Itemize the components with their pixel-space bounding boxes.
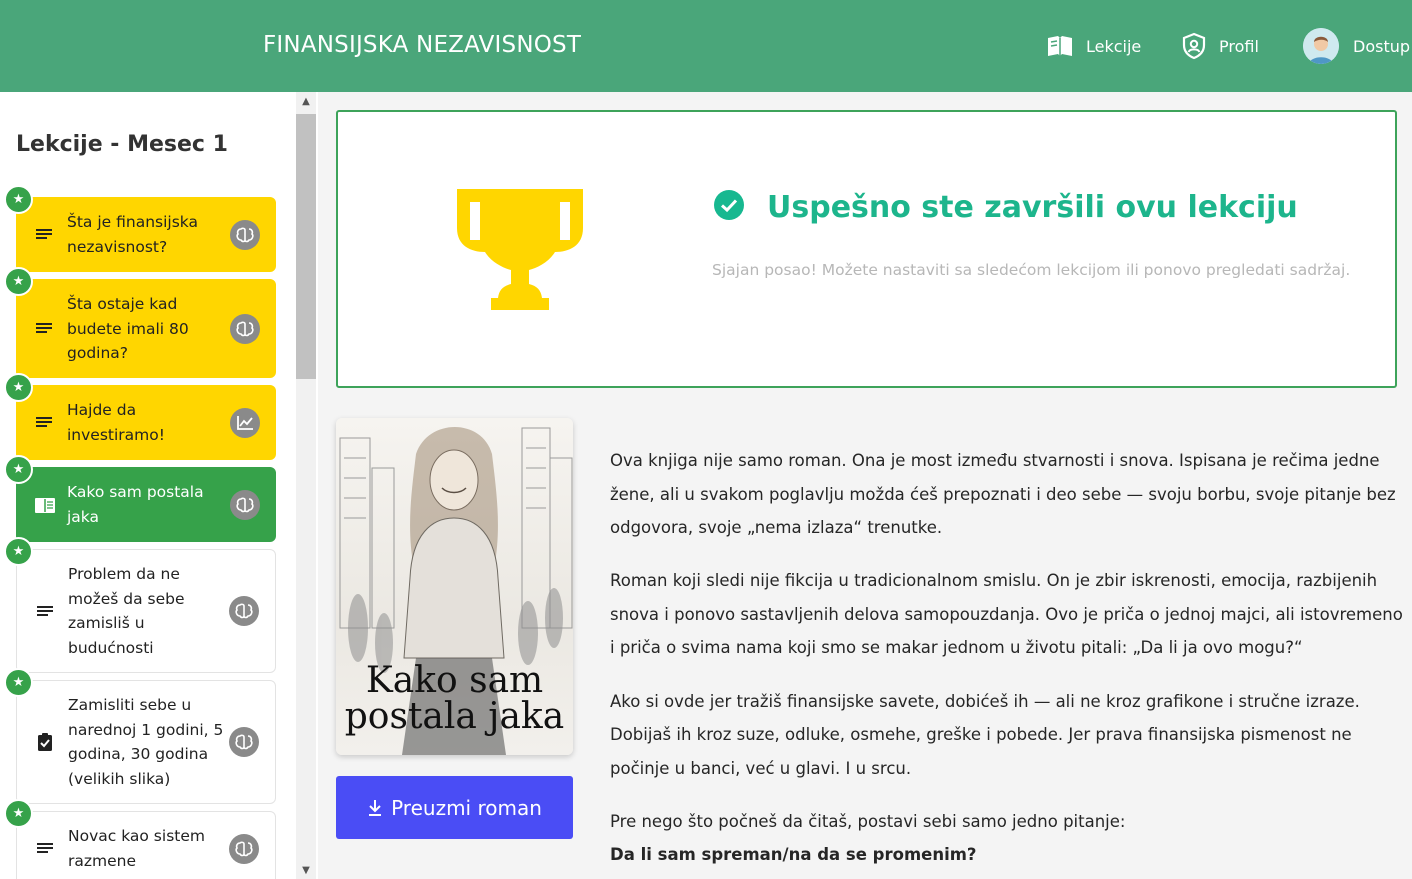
star-badge-icon: ★ [4, 799, 33, 828]
shield-user-icon [1182, 32, 1206, 60]
book-icon [35, 498, 55, 513]
clipboard-check-icon [38, 733, 52, 751]
star-badge-icon: ★ [4, 455, 33, 484]
brain-icon [229, 727, 259, 757]
lesson-title: Zamisliti sebe u narednoj 1 godini, 5 go… [68, 696, 224, 788]
lesson-item-2[interactable]: Šta ostaje kad budete imali 80 godina? [16, 279, 276, 378]
book-cover-title: Kako sam postala jaka [336, 663, 573, 735]
download-icon [369, 799, 382, 816]
text-lines-icon [36, 323, 52, 333]
scroll-down-icon[interactable]: ▼ [299, 864, 313, 878]
lesson-complete-card: Uspešno ste završili ovu lekciju Sjajan … [336, 110, 1397, 388]
brain-icon [229, 596, 259, 626]
nav-dostup[interactable]: Dostup [1303, 0, 1410, 92]
lesson-title: Hajde da investiramo! [67, 401, 165, 444]
brain-icon [230, 314, 260, 344]
brain-icon [229, 834, 259, 864]
open-book-icon [1048, 36, 1072, 56]
lesson-sidebar: Lekcije - Mesec 1 ▲ ▼ Šta je finansijska… [0, 92, 318, 879]
check-circle-icon [714, 190, 744, 220]
lesson-item-3[interactable]: Hajde da investiramo! [16, 385, 276, 460]
text-lines-icon [37, 606, 53, 616]
lesson-item-5[interactable]: Problem da ne možeš da sebe zamisliš u b… [16, 549, 276, 673]
trophy-icon [457, 189, 583, 310]
lesson-item-6[interactable]: Zamisliti sebe u narednoj 1 godini, 5 go… [16, 680, 276, 804]
lesson-item-1[interactable]: Šta je finansijska nezavisnost? [16, 197, 276, 272]
success-subtitle: Sjajan posao! Možete nastaviti sa sledeć… [712, 261, 1351, 279]
lesson-title: Kako sam postala jaka [67, 483, 204, 526]
star-badge-icon: ★ [4, 267, 33, 296]
star-badge-icon: ★ [4, 537, 33, 566]
star-badge-icon: ★ [4, 373, 33, 402]
text-lines-icon [37, 843, 53, 853]
text-lines-icon [36, 229, 52, 239]
brand-title[interactable]: FINANSIJSKA NEZAVISNOST [263, 32, 581, 58]
book-cover-title-line1: Kako sam [365, 660, 544, 701]
nav-profil[interactable]: Profil [1181, 0, 1259, 92]
brain-icon [230, 490, 260, 520]
book-cover-image: Kako sam postala jaka [336, 418, 573, 755]
success-title: Uspešno ste završili ovu lekciju [767, 190, 1298, 225]
nav-lekcije-label: Lekcije [1086, 36, 1142, 56]
text-lines-icon [36, 417, 52, 427]
content-paragraph-1: Ova knjiga nije samo roman. Ona je most … [610, 451, 1396, 538]
lesson-item-4-active[interactable]: Kako sam postala jaka [16, 467, 276, 542]
lesson-title: Šta ostaje kad budete imali 80 godina? [67, 295, 189, 362]
scroll-up-icon[interactable]: ▲ [299, 95, 313, 109]
nav-lekcije[interactable]: Lekcije [1046, 0, 1141, 92]
chart-icon [230, 408, 260, 438]
avatar [1303, 28, 1339, 64]
content-paragraph-4: Pre nego što počneš da čitaš, postavi se… [610, 811, 1126, 831]
star-badge-icon: ★ [4, 668, 33, 697]
sidebar-scroll-thumb[interactable] [296, 114, 316, 379]
lesson-title: Problem da ne možeš da sebe zamisliš u b… [68, 565, 185, 657]
lesson-title: Šta je finansijska nezavisnost? [67, 213, 198, 256]
nav-dostup-label: Dostup [1353, 36, 1411, 56]
sidebar-title: Lekcije - Mesec 1 [16, 132, 228, 157]
content-paragraph-3: Ako si ovde jer tražiš finansijske savet… [610, 691, 1360, 778]
download-novel-button[interactable]: Preuzmi roman [336, 776, 573, 839]
lesson-content: Ova knjiga nije samo roman. Ona je most … [610, 444, 1406, 879]
content-question: Da li sam spreman/na da se promenim? [610, 845, 977, 865]
book-cover-title-line2: postala jaka [344, 696, 565, 737]
nav-profil-label: Profil [1219, 36, 1259, 56]
top-header: FINANSIJSKA NEZAVISNOST Lekcije Profil D… [0, 0, 1412, 92]
lesson-title: Novac kao sistem razmene [68, 827, 205, 870]
brain-icon [230, 220, 260, 250]
star-badge-icon: ★ [4, 185, 33, 214]
lesson-item-7[interactable]: Novac kao sistem razmene [16, 811, 276, 879]
content-paragraph-2: Roman koji sledi nije fikcija u tradicio… [610, 571, 1403, 658]
download-novel-label: Preuzmi roman [391, 795, 542, 820]
